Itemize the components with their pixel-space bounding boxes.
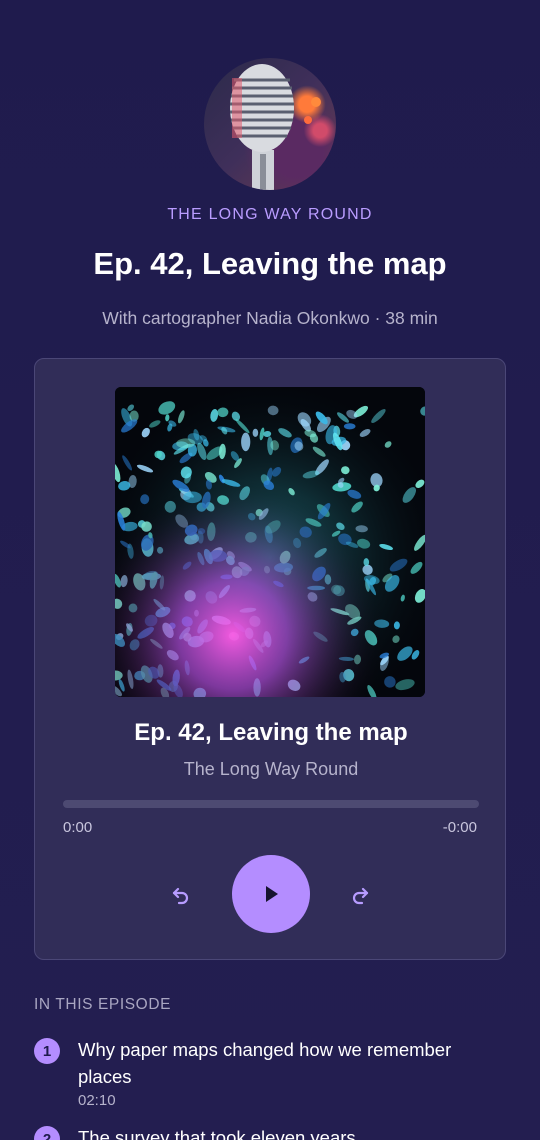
play-button[interactable] [232,855,310,933]
microphone-icon [230,64,321,190]
episode-title: Ep. 42, Leaving the map [93,246,447,281]
forward-icon [352,887,369,905]
artwork-image [115,387,425,697]
episode-subtitle: With cartographer Nadia Okonkwo · 38 min [102,308,438,328]
chapter-number-badge: 2 [34,1126,60,1140]
play-icon [266,886,278,902]
podcast-episode-page: THE LONG WAY ROUND Ep. 42, Leaving the m… [0,0,540,1140]
time-remaining: -0:00 [442,819,477,836]
rewind-button[interactable] [165,879,197,911]
chapters-heading: IN THIS EPISODE [34,996,172,1013]
chapter-title: The survey that took eleven years [78,1127,356,1140]
chapter-title: Why paper maps changed how we remember p… [78,1039,452,1087]
player-episode-title: Ep. 42, Leaving the map [134,719,408,746]
chapter-timestamp: 02:10 [78,1092,116,1109]
show-name: THE LONG WAY ROUND [167,206,373,223]
chapter-number-badge: 1 [34,1038,60,1064]
rewind-icon [172,887,189,905]
podcast-avatar [204,58,336,190]
player-show-name: The Long Way Round [183,759,359,779]
episode-artwork [115,387,425,697]
time-elapsed: 0:00 [63,819,93,836]
forward-button[interactable] [344,879,376,911]
audio-player-card: Ep. 42, Leaving the map The Long Way Rou… [34,358,506,960]
progress-bar[interactable] [63,800,479,808]
